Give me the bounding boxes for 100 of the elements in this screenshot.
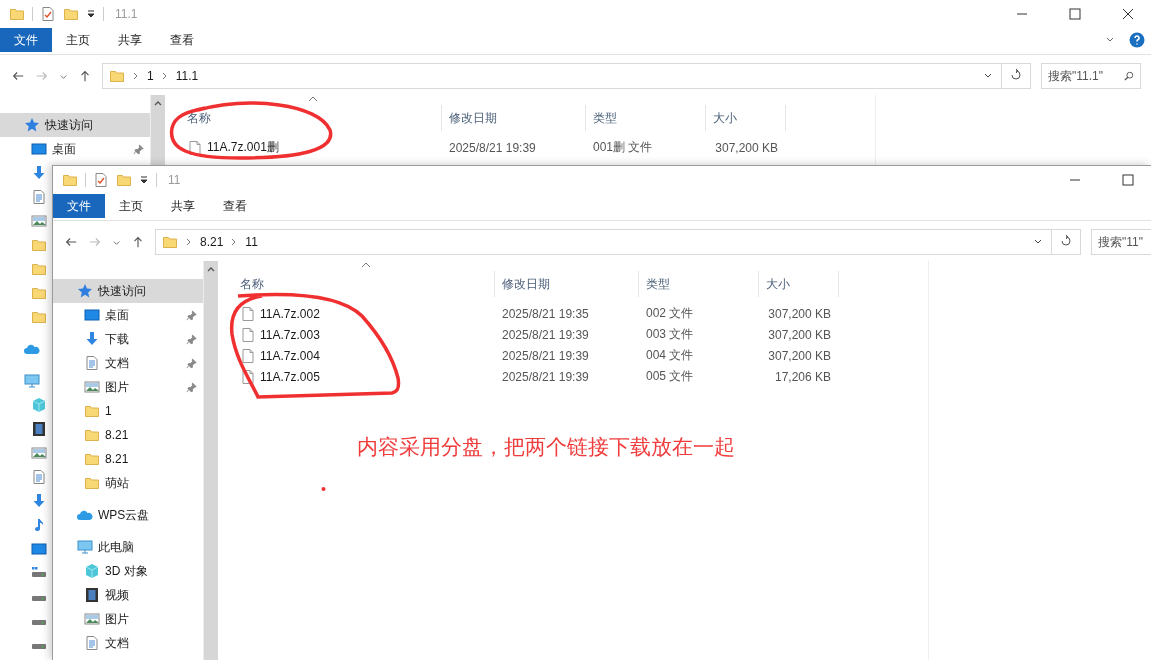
file-name[interactable]: 11A.7z.005 (223, 368, 495, 385)
column-header[interactable]: 修改日期 (442, 105, 586, 131)
window-title: 11.1 (115, 7, 138, 21)
picture-icon[interactable] (31, 445, 47, 461)
folder-icon[interactable] (31, 237, 47, 253)
address-bar[interactable]: 8.21 11 (155, 229, 1052, 255)
ribbon-tab[interactable]: 主页 (52, 28, 104, 52)
date-cell-text: 2025/8/21 19:39 (448, 140, 537, 155)
dropdown-icon[interactable] (86, 9, 96, 19)
properties-icon[interactable] (40, 6, 56, 22)
new-folder-icon[interactable] (116, 172, 132, 188)
refresh-button[interactable] (1001, 63, 1031, 89)
nav-item[interactable]: WPS云盘 (53, 503, 203, 527)
column-header[interactable]: 大小 (759, 271, 839, 297)
nav-item[interactable]: 快速访问 (0, 113, 150, 137)
nav-item[interactable]: 1 (53, 399, 203, 423)
scrollbar[interactable] (203, 261, 218, 660)
breadcrumb-link[interactable]: 11.1 (175, 69, 199, 83)
help-icon[interactable] (1129, 32, 1145, 48)
chevron-right-icon[interactable] (231, 237, 238, 247)
type-cell-text: 005 文件 (645, 368, 695, 385)
nav-item[interactable]: 此电脑 (53, 535, 203, 559)
refresh-button[interactable] (1051, 229, 1081, 255)
column-header[interactable]: 名称 (170, 105, 442, 131)
chevron-right-icon[interactable] (161, 71, 168, 81)
pin-icon[interactable] (186, 309, 197, 321)
nav-item[interactable]: 8.21 (53, 423, 203, 447)
folder-icon[interactable] (31, 309, 47, 325)
column-header[interactable]: 大小 (706, 105, 786, 131)
size-cell-text: 307,200 KB (767, 306, 832, 321)
pin-icon[interactable] (133, 143, 144, 155)
ribbon-tab[interactable]: 查看 (156, 28, 208, 52)
up-icon[interactable] (78, 69, 92, 83)
chevron-right-icon[interactable] (186, 237, 192, 247)
breadcrumb-link[interactable]: 1 (147, 69, 154, 83)
forward-icon[interactable] (88, 235, 102, 249)
file-name[interactable]: 11A.7z.002 (223, 305, 495, 322)
pin-icon[interactable] (186, 333, 197, 345)
folder-icon[interactable] (31, 261, 47, 277)
type-cell-text: 002 文件 (645, 305, 695, 322)
breadcrumb-link[interactable]: 11 (245, 235, 258, 249)
film-icon[interactable] (31, 421, 47, 437)
document-icon[interactable] (31, 469, 47, 485)
properties-icon[interactable] (93, 172, 109, 188)
nav-item[interactable]: 视频 (53, 583, 203, 607)
scrollbar[interactable] (150, 95, 165, 165)
back-icon[interactable] (11, 69, 25, 83)
desktop-icon[interactable] (31, 541, 47, 557)
folder-icon[interactable] (31, 285, 47, 301)
nav-item[interactable]: 快速访问 (53, 279, 203, 303)
ribbon-tab[interactable]: 查看 (209, 194, 261, 218)
picture-icon[interactable] (31, 213, 47, 229)
address-bar[interactable]: 1 11.1 (102, 63, 1002, 89)
pin-icon[interactable] (186, 357, 197, 369)
dropdown-icon[interactable] (139, 175, 149, 185)
file-name[interactable]: 11A.7z.004 (223, 347, 495, 364)
ribbon-tab[interactable]: 主页 (105, 194, 157, 218)
folder-icon[interactable] (62, 172, 78, 188)
new-folder-icon[interactable] (63, 6, 79, 22)
nav-item[interactable]: 桌面 (0, 137, 150, 161)
download-arrow-icon[interactable] (31, 493, 47, 509)
chevron-right-icon[interactable] (133, 71, 139, 81)
up-icon[interactable] (131, 235, 145, 249)
date-cell-text: 2025/8/21 19:39 (501, 348, 590, 363)
document-icon[interactable] (31, 189, 47, 205)
file-name[interactable]: 11A.7z.003 (223, 326, 495, 343)
ribbon-tab[interactable]: 文件 (0, 28, 52, 52)
back-icon[interactable] (64, 235, 78, 249)
ribbon-tab[interactable]: 文件 (53, 194, 105, 218)
pin-icon[interactable] (186, 381, 197, 393)
cube-icon[interactable] (31, 397, 47, 413)
column-header[interactable]: 名称 (223, 271, 495, 297)
search-field[interactable]: 搜索"11" (1091, 229, 1151, 255)
ribbon-tab[interactable]: 共享 (104, 28, 156, 52)
nav-item[interactable]: 图片 (53, 607, 203, 631)
file-icon (240, 347, 256, 364)
nav-item[interactable]: 8.21 (53, 447, 203, 471)
breadcrumb-link[interactable]: 8.21 (200, 235, 224, 249)
file-name[interactable]: 11A.7z.001删 (170, 139, 442, 156)
nav-item[interactable]: 下载 (53, 327, 203, 351)
column-header[interactable]: 类型 (586, 105, 706, 131)
folder-icon[interactable] (9, 6, 25, 22)
nav-item[interactable]: 文档 (53, 631, 203, 655)
file-icon (240, 305, 256, 322)
column-header[interactable]: 修改日期 (495, 271, 639, 297)
search-icon[interactable] (1124, 71, 1134, 81)
desktop-icon (31, 141, 47, 157)
monitor-icon[interactable] (24, 373, 40, 389)
sort-caret-icon (361, 262, 371, 268)
nav-item[interactable]: 3D 对象 (53, 559, 203, 583)
nav-item[interactable]: 图片 (53, 375, 203, 399)
column-header[interactable]: 类型 (639, 271, 759, 297)
nav-item[interactable]: 萌站 (53, 471, 203, 495)
search-field[interactable]: 搜索"11.1" (1041, 63, 1141, 89)
forward-icon[interactable] (35, 69, 49, 83)
window-title: 11 (168, 173, 181, 187)
nav-item[interactable]: 桌面 (53, 303, 203, 327)
nav-item[interactable]: 文档 (53, 351, 203, 375)
ribbon-tab[interactable]: 共享 (157, 194, 209, 218)
download-arrow-icon[interactable] (31, 165, 47, 181)
